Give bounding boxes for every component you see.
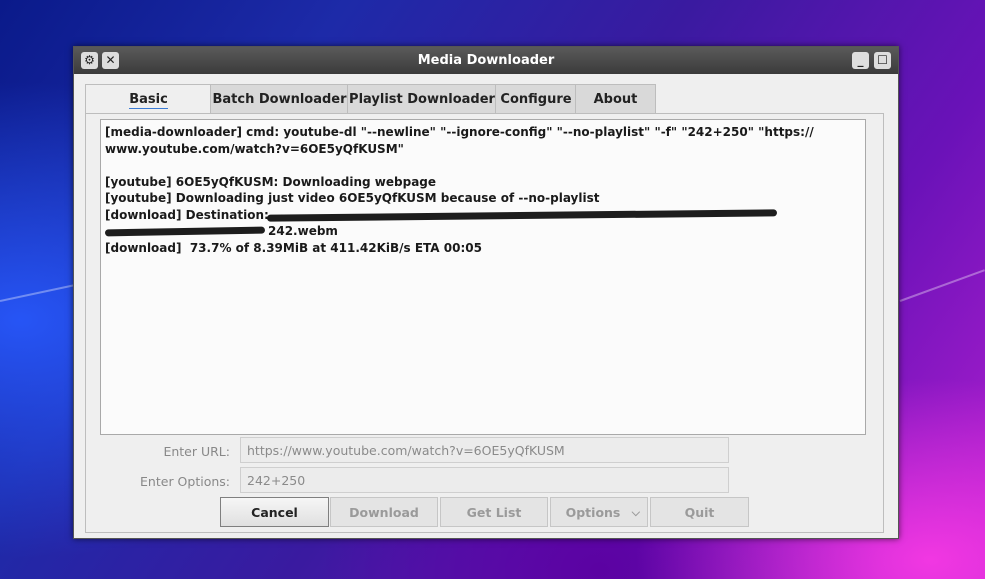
tab-label: Configure <box>500 92 572 107</box>
title-bar: ⚙ ✕ Media Downloader _ ☐ <box>74 47 898 74</box>
wallpaper-streak <box>0 283 79 302</box>
log-line: www.youtube.com/watch?v=6OE5yQfKUSM" <box>105 141 404 156</box>
tab-configure[interactable]: Configure <box>495 84 577 114</box>
tab-label: About <box>593 92 638 107</box>
quit-button[interactable]: Quit <box>650 497 749 527</box>
minimize-icon[interactable]: _ <box>852 52 869 69</box>
wallpaper-streak <box>899 269 985 302</box>
options-label: Enter Options: <box>140 474 230 489</box>
url-input[interactable]: https://www.youtube.com/watch?v=6OE5yQfK… <box>240 437 729 463</box>
tab-label: Playlist Downloader <box>349 92 495 107</box>
options-button-label: Options <box>565 505 621 520</box>
download-button[interactable]: Download <box>330 497 438 527</box>
maximize-icon[interactable]: ☐ <box>874 52 891 69</box>
window-title: Media Downloader <box>417 53 555 68</box>
tab-label: Batch Downloader <box>212 92 347 107</box>
tab-batch-downloader[interactable]: Batch Downloader <box>210 84 349 114</box>
chevron-down-icon: ⌵ <box>631 506 640 519</box>
log-line: [youtube] 6OE5yQfKUSM: Downloading webpa… <box>105 174 437 189</box>
url-label: Enter URL: <box>163 444 230 459</box>
log-line: [youtube] Downloading just video 6OE5yQf… <box>105 191 600 205</box>
log-output[interactable]: [media-downloader] cmd: youtube-dl "--ne… <box>100 119 866 435</box>
get-list-button[interactable]: Get List <box>440 497 548 527</box>
log-line: [media-downloader] cmd: youtube-dl "--ne… <box>105 125 814 139</box>
options-input[interactable]: 242+250 <box>240 467 729 493</box>
options-dropdown-button[interactable]: Options ⌵ <box>550 497 648 527</box>
media-downloader-window: ⚙ ✕ Media Downloader _ ☐ Basic Downloade… <box>73 46 899 539</box>
tab-about[interactable]: About <box>575 84 656 114</box>
log-line-text: 242.webm <box>268 224 338 238</box>
log-line: [download] 73.7% of 8.39MiB at 411.42KiB… <box>105 240 482 255</box>
tab-playlist-downloader[interactable]: Playlist Downloader <box>347 84 497 114</box>
tab-basic-downloader[interactable]: Basic Downloader <box>85 84 212 138</box>
basic-downloader-panel: [media-downloader] cmd: youtube-dl "--ne… <box>85 113 884 533</box>
cancel-button[interactable]: Cancel <box>220 497 329 527</box>
